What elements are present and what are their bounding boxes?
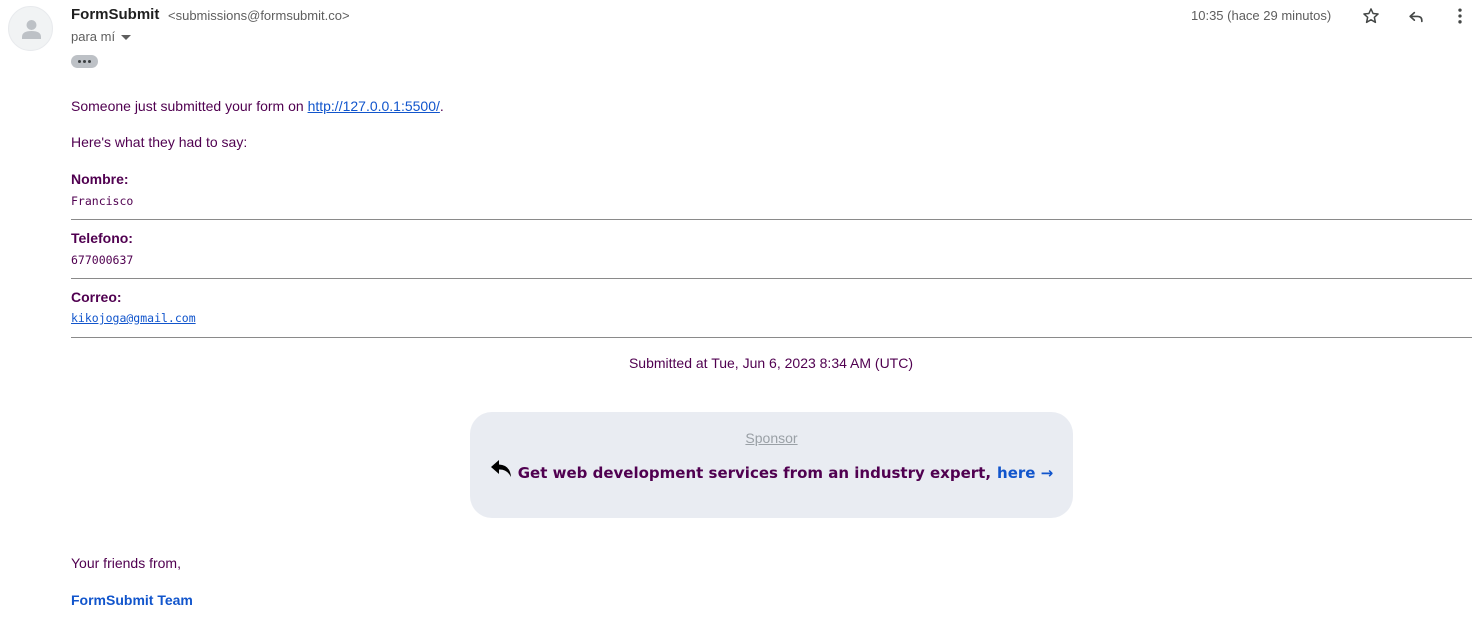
intro-suffix: . <box>439 98 444 114</box>
more-vert-icon <box>1458 8 1462 24</box>
intro-line: Someone just submitted your form on http… <box>71 98 444 114</box>
recipient-label: para mí <box>71 29 116 44</box>
field-label-nombre: Nombre: <box>71 171 129 187</box>
signature-link[interactable]: FormSubmit Team <box>71 592 193 608</box>
chevron-down-icon <box>121 35 132 40</box>
dot-icon <box>83 60 86 63</box>
submitted-timestamp: Submitted at Tue, Jun 6, 2023 8:34 AM (U… <box>628 355 914 371</box>
field-value-nombre: Francisco <box>71 194 134 208</box>
field-label-telefono: Telefono: <box>71 230 133 246</box>
more-options-button[interactable] <box>1448 4 1472 28</box>
email-timestamp: 10:35 (hace 29 minutos) <box>1191 8 1332 23</box>
form-url-link[interactable]: http://127.0.0.1:5500/ <box>308 98 440 114</box>
field-divider <box>71 219 1472 220</box>
sponsor-box: Sponsor Get web development services fro… <box>470 412 1073 518</box>
sponsor-label[interactable]: Sponsor <box>470 430 1073 446</box>
star-button[interactable] <box>1359 4 1383 28</box>
intro-prefix: Someone just submitted your form on <box>71 98 308 114</box>
field-value-correo-link[interactable]: kikojoga@gmail.com <box>71 311 196 325</box>
reply-button[interactable] <box>1404 4 1428 28</box>
field-label-correo: Correo: <box>71 289 122 305</box>
reply-icon <box>1409 11 1423 23</box>
field-divider <box>71 278 1472 279</box>
field-value-telefono: 677000637 <box>71 253 134 267</box>
sponsor-text: Get web development services from an ind… <box>517 464 992 482</box>
sender-email: <submissions@formsubmit.co> <box>168 8 350 23</box>
recipient-details-toggle[interactable]: para mí <box>71 29 132 44</box>
show-trimmed-content-button[interactable] <box>71 55 98 68</box>
star-outline-icon <box>1363 8 1379 24</box>
dot-icon <box>78 60 81 63</box>
prompt-text: Here's what they had to say: <box>71 134 248 150</box>
sender-name: FormSubmit <box>71 6 160 23</box>
sender-avatar[interactable] <box>8 6 53 51</box>
field-divider <box>71 337 1472 338</box>
person-avatar-icon <box>22 20 41 39</box>
dot-icon <box>88 60 91 63</box>
closing-text: Your friends from, <box>71 555 181 571</box>
sponsor-line: Get web development services from an ind… <box>470 460 1073 482</box>
sponsor-here-link[interactable]: here → <box>997 464 1053 482</box>
reply-arrow-icon <box>490 460 511 477</box>
